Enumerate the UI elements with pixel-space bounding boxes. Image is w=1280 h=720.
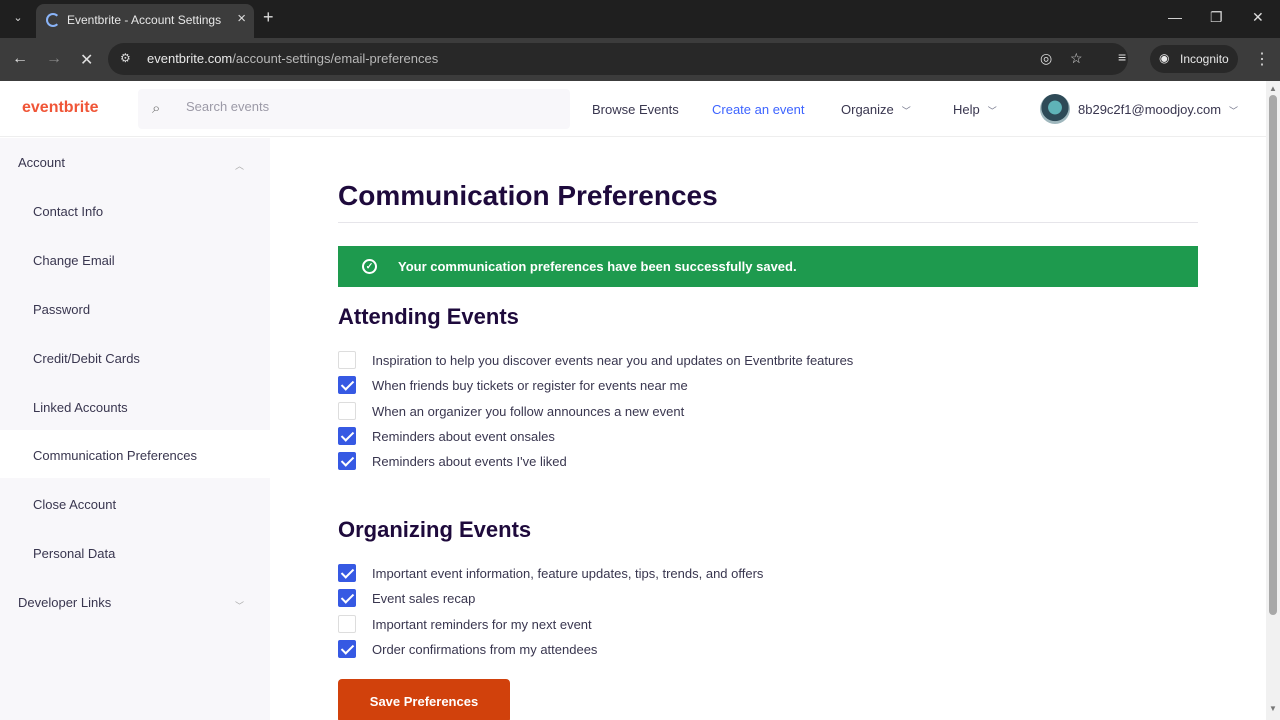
check-circle-icon: ✓ [362,259,377,274]
browser-tab[interactable]: Eventbrite - Account Settings × [36,4,254,38]
browser-menu-icon[interactable]: ⋮ [1254,49,1270,69]
preference-label[interactable]: When an organizer you follow announces a… [372,404,684,419]
preference-label[interactable]: Reminders about event onsales [372,429,555,444]
restore-icon[interactable]: ❐ [1210,9,1223,26]
preference-label[interactable]: When friends buy tickets or register for… [372,378,688,393]
help-menu[interactable]: Help ﹀ [953,102,997,117]
preference-checkbox[interactable] [338,639,356,658]
tab-title: Eventbrite - Account Settings [67,13,222,27]
sidebar-item-contact-info[interactable]: Contact Info [33,204,103,219]
alert-message: Your communication preferences have been… [398,259,797,274]
preference-row[interactable]: Important reminders for my next event [338,614,1198,635]
sidebar-developer-header[interactable]: Developer Links [18,595,111,610]
preference-checkbox[interactable] [338,589,356,608]
chevron-down-icon[interactable]: ﹀ [235,599,244,612]
page-title: Communication Preferences [338,180,718,211]
tracking-protection-icon[interactable]: ◎ [1040,50,1052,67]
preference-checkbox[interactable] [338,351,356,369]
preference-checkbox[interactable] [338,376,356,395]
sidebar-item-close-account[interactable]: Close Account [33,497,116,512]
close-tab-icon[interactable]: × [237,10,246,27]
preference-label[interactable]: Important event information, feature upd… [372,566,763,581]
preference-row[interactable]: Order confirmations from my attendees [338,639,1198,660]
back-icon[interactable]: ← [12,50,28,68]
search-icon: ⌕ [152,100,161,117]
preference-row[interactable]: Event sales recap [338,589,1198,609]
incognito-icon: ◉ [1159,51,1170,65]
url-text[interactable]: eventbrite.com/account-settings/email-pr… [147,51,438,66]
preference-checkbox[interactable] [338,452,356,471]
new-tab-icon[interactable]: + [263,7,274,28]
organizing-section-title: Organizing Events [338,517,532,542]
browser-toolbar: ← → ✕ ⚙ eventbrite.com/account-settings/… [0,38,1280,81]
preference-label[interactable]: Event sales recap [372,591,475,606]
preference-checkbox[interactable] [338,426,356,445]
incognito-indicator[interactable]: ◉ Incognito [1150,45,1238,73]
search-input[interactable] [186,99,546,114]
create-event-link[interactable]: Create an event [712,102,805,117]
preference-label[interactable]: Order confirmations from my attendees [372,642,597,657]
loading-spinner-icon [46,13,60,27]
sidebar-item-password[interactable]: Password [33,302,90,317]
avatar[interactable] [1040,94,1070,124]
site-header: eventbrite ⌕ Browse Events Create an eve… [0,81,1266,137]
organize-label: Organize [841,102,894,117]
sidebar-item-cards[interactable]: Credit/Debit Cards [33,351,140,366]
preference-label[interactable]: Reminders about events I've liked [372,454,567,469]
site-info-icon[interactable]: ⚙ [120,51,131,65]
minimize-icon[interactable]: — [1168,9,1182,25]
address-bar[interactable]: ⚙ eventbrite.com/account-settings/email-… [108,43,1128,75]
preference-row[interactable]: When an organizer you follow announces a… [338,401,1198,422]
account-sidebar: Account ︿ Contact Info Change Email Pass… [0,138,270,720]
sidebar-item-personal-data[interactable]: Personal Data [33,546,115,561]
organize-menu[interactable]: Organize ﹀ [841,102,911,117]
attending-section-title: Attending Events [338,304,519,329]
preference-label[interactable]: Important reminders for my next event [372,617,592,632]
user-email: 8b29c2f1@moodjoy.com [1078,102,1222,117]
sidebar-item-communication-preferences[interactable]: Communication Preferences [33,448,197,463]
scroll-down-icon[interactable]: ▼ [1269,704,1277,713]
sidebar-item-linked-accounts[interactable]: Linked Accounts [33,400,128,415]
tab-search-icon[interactable]: ⌄ [8,8,28,28]
browser-tab-bar: ⌄ Eventbrite - Account Settings × + — ❐ … [0,0,1280,38]
scrollbar-thumb[interactable] [1269,95,1277,615]
chevron-up-icon[interactable]: ︿ [235,159,244,172]
search-box[interactable]: ⌕ [138,89,570,129]
account-menu[interactable]: 8b29c2f1@moodjoy.com ﹀ [1078,102,1238,117]
preference-checkbox[interactable] [338,614,356,633]
chevron-down-icon: ﹀ [1229,106,1239,116]
sidebar-item-change-email[interactable]: Change Email [33,253,115,268]
scroll-up-icon[interactable]: ▲ [1269,84,1277,93]
preference-row[interactable]: When friends buy tickets or register for… [338,376,1198,396]
preference-row[interactable]: Important event information, feature upd… [338,564,1198,584]
title-divider [338,222,1198,223]
preference-row[interactable]: Reminders about events I've liked [338,452,1198,472]
help-label: Help [953,102,980,117]
preference-checkbox[interactable] [338,564,356,582]
preference-checkbox[interactable] [338,401,356,420]
eventbrite-logo[interactable]: eventbrite [22,99,98,117]
incognito-label: Incognito [1180,52,1229,66]
preference-label[interactable]: Inspiration to help you discover events … [372,353,853,368]
success-alert: ✓ Your communication preferences have be… [338,246,1198,287]
browse-events-link[interactable]: Browse Events [592,102,679,117]
preference-row[interactable]: Reminders about event onsales [338,426,1198,447]
stop-loading-icon[interactable]: ✕ [80,50,93,70]
close-window-icon[interactable]: ✕ [1252,9,1264,26]
preference-row[interactable]: Inspiration to help you discover events … [338,351,1198,371]
save-preferences-button[interactable]: Save Preferences [338,679,510,720]
forward-icon[interactable]: → [46,50,62,68]
reading-list-icon[interactable]: ≡ [1118,49,1126,65]
chevron-down-icon: ﹀ [987,106,997,116]
bookmark-star-icon[interactable]: ☆ [1070,50,1083,67]
chevron-down-icon: ﹀ [901,106,911,116]
sidebar-account-header[interactable]: Account [18,155,65,170]
